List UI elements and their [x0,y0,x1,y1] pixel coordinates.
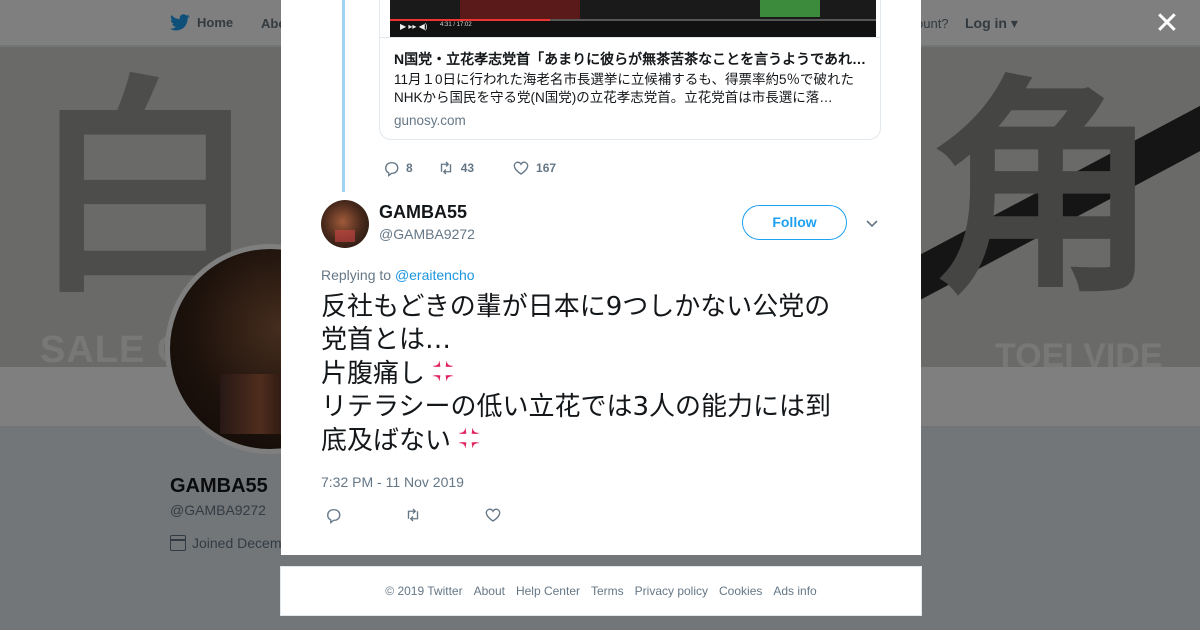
link-preview-card[interactable]: ▶ ▸▸ ◀) 4:31 / 17:02 N国党・立花孝志党首「あまりに彼らが無… [379,0,881,140]
tweet-text-line-with-emoji: 片腹痛し [321,357,881,391]
footer-link-about[interactable]: About [474,584,505,598]
card-title[interactable]: N国党・立花孝志党首「あまりに彼らが無茶苦茶なことを言うようであれば… [394,49,872,69]
tweet-text-line: 党首とは… [321,325,452,355]
tweet-text-fragment: 片腹痛し [321,359,426,389]
reply-button[interactable]: 8 [382,159,413,177]
retweet-button[interactable]: 43 [437,159,474,177]
anger-emoji-icon [432,360,454,382]
tweet-actions [324,506,564,524]
parent-tweet-actions: 8 43 167 [382,158,556,178]
video-frame-green [760,0,820,17]
anger-emoji-icon [458,427,480,449]
like-count: 167 [536,161,557,175]
replying-prefix: Replying to [321,267,392,283]
footer-link-terms[interactable]: Terms [591,584,624,598]
retweet-button[interactable] [404,506,422,524]
tweet-author-avatar[interactable] [321,200,369,248]
chevron-down-icon[interactable] [864,215,880,231]
follow-button[interactable]: Follow [742,205,847,240]
like-button[interactable] [484,506,502,524]
video-frame-red [460,0,580,19]
card-description: 11月１0日に行われた海老名市長選挙に立候補するも、得票率約5％で破れたNHKか… [394,72,854,105]
card-divider [380,37,880,38]
tweet-text: 反社もどきの輩が日本に9つしかない公党の 党首とは… 片腹痛し リテラシーの低い… [321,291,881,458]
reply-icon [385,162,399,177]
replying-to-link[interactable]: @eraitencho [395,267,475,283]
footer-link-privacy[interactable]: Privacy policy [635,584,708,598]
video-thumbnail[interactable]: ▶ ▸▸ ◀) 4:31 / 17:02 [390,0,876,37]
tweet-text-fragment: 底及ばない [321,426,452,456]
reply-button[interactable] [324,506,342,524]
retweet-count: 43 [460,161,475,175]
heart-icon [513,161,529,175]
tweet-modal: ▶ ▸▸ ◀) 4:31 / 17:02 N国党・立花孝志党首「あまりに彼らが無… [281,0,921,555]
reply-icon [327,509,341,524]
video-progress-bar [390,19,876,21]
retweet-icon [440,161,451,175]
footer-link-help-center[interactable]: Help Center [516,584,580,598]
footer-copyright: © 2019 Twitter [385,584,463,598]
footer-link-ads-info[interactable]: Ads info [773,584,816,598]
video-time: 4:31 / 17:02 [440,22,472,28]
reply-count: 8 [406,161,413,175]
like-button[interactable]: 167 [512,159,556,177]
close-icon[interactable]: ✕ [1154,9,1180,39]
replying-to: Replying to @eraitencho [321,267,475,283]
heart-icon [485,508,501,522]
play-icon[interactable]: ▶ ▸▸ ◀) [400,22,427,31]
thread-connector-line [342,0,345,192]
tweet-text-line: リテラシーの低い立花では3人の能力には到 [321,392,832,422]
retweet-icon [407,508,419,522]
card-domain: gunosy.com [394,113,466,128]
tweet-text-line: 反社もどきの輩が日本に9つしかない公党の [321,292,831,322]
tweet-text-line-with-emoji: 底及ばない [321,424,881,458]
footer-link-cookies[interactable]: Cookies [719,584,762,598]
tweet-timestamp[interactable]: 7:32 PM - 11 Nov 2019 [321,474,464,490]
tweet-author-name[interactable]: GAMBA55 [379,202,467,223]
tweet-author-handle[interactable]: @GAMBA9272 [379,226,475,242]
modal-footer: © 2019 Twitter About Help Center Terms P… [280,566,922,616]
